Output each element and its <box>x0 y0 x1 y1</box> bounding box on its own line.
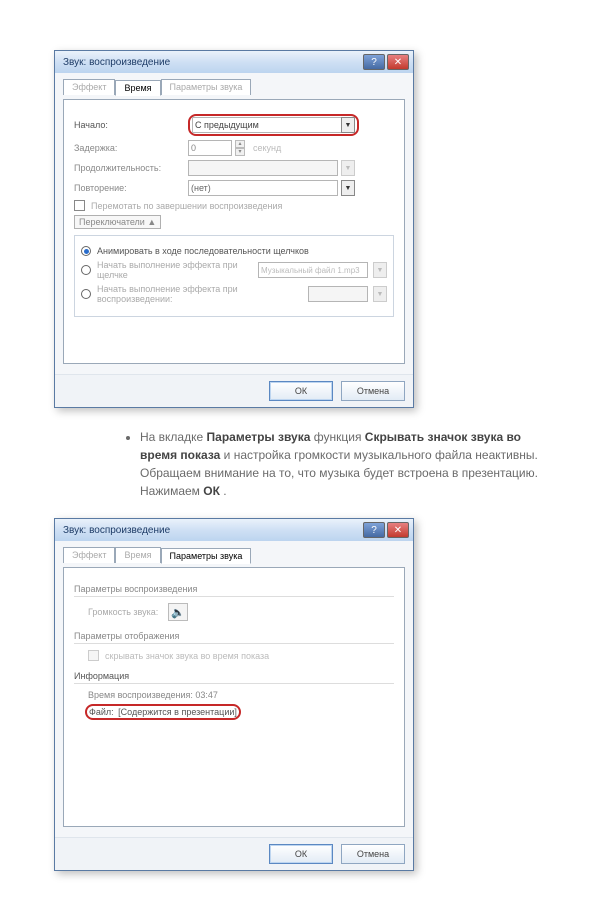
bold-ok: ОК <box>203 484 220 498</box>
tab-sound-params[interactable]: Параметры звука <box>161 79 252 95</box>
tab-row: Эффект Время Параметры звука <box>63 547 405 563</box>
dialog-sound-time: Звук: воспроизведение ? ✕ Эффект Время П… <box>54 50 414 408</box>
close-icon[interactable]: ✕ <box>387 54 409 70</box>
label-r3: Начать выполнение эффекта при воспроизве… <box>97 284 302 304</box>
bold-params: Параметры звука <box>207 430 311 444</box>
volume-button: 🔈 <box>168 603 188 621</box>
section-display-params: Параметры отображения <box>74 631 394 641</box>
label-r1: Анимировать в ходе последовательности ще… <box>97 246 309 256</box>
help-icon[interactable]: ? <box>363 54 385 70</box>
label-start: Начало: <box>74 120 184 130</box>
tab-sound-params[interactable]: Параметры звука <box>161 548 252 564</box>
explanation: На вкладке Параметры звука функция Скрыв… <box>50 428 545 500</box>
divider <box>74 683 394 684</box>
duration-field <box>188 160 338 176</box>
delay-spinner[interactable]: ▴▾ <box>235 140 245 156</box>
triggers-button[interactable]: Переключатели ▲ <box>74 215 161 229</box>
section-play-params: Параметры воспроизведения <box>74 584 394 594</box>
playtime: Время воспроизведения: 03:47 <box>74 690 394 700</box>
click-target-dropdown: Музыкальный файл 1.mp3 <box>258 262 368 278</box>
chevron-down-icon: ▼ <box>341 160 355 176</box>
ok-button[interactable]: ОК <box>269 844 333 864</box>
file-value: [Содержится в презентации] <box>118 707 237 717</box>
play-target-dropdown <box>308 286 368 302</box>
triggers-group: Анимировать в ходе последовательности ще… <box>74 235 394 317</box>
section-info: Информация <box>74 671 394 681</box>
divider <box>74 643 394 644</box>
label-hide-icon: скрывать значок звука во время показа <box>105 651 269 661</box>
label-delay: Задержка: <box>74 143 184 153</box>
cancel-button[interactable]: Отмена <box>341 381 405 401</box>
label-volume: Громкость звука: <box>88 607 158 617</box>
chevron-down-icon: ▼ <box>373 262 387 278</box>
label-seconds: секунд <box>253 143 281 153</box>
ok-button[interactable]: ОК <box>269 381 333 401</box>
hide-icon-checkbox <box>88 650 99 661</box>
dialog-title: Звук: воспроизведение <box>63 57 170 68</box>
tab-time[interactable]: Время <box>115 80 160 96</box>
radio-on-click[interactable] <box>81 265 91 275</box>
start-dropdown[interactable]: С предыдущим <box>192 117 342 133</box>
label-rewind: Перемотать по завершении воспроизведения <box>91 201 282 211</box>
dialog-title: Звук: воспроизведение <box>63 525 170 536</box>
chevron-down-icon[interactable]: ▼ <box>341 180 355 196</box>
rewind-checkbox[interactable] <box>74 200 85 211</box>
highlight-file: Файл: [Содержится в презентации] <box>85 704 241 720</box>
tab-row: Эффект Время Параметры звука <box>63 79 405 95</box>
tab-content-time: Начало: С предыдущим ▼ Задержка: 0 ▴▾ се… <box>63 99 405 364</box>
repeat-dropdown[interactable]: (нет) <box>188 180 338 196</box>
highlight-start: С предыдущим ▼ <box>188 114 359 136</box>
chevron-down-icon: ▼ <box>373 286 387 302</box>
radio-on-play[interactable] <box>81 289 91 299</box>
tab-time[interactable]: Время <box>115 547 160 563</box>
titlebar[interactable]: Звук: воспроизведение ? ✕ <box>55 51 413 73</box>
radio-animate-seq[interactable] <box>81 246 91 256</box>
tab-effect[interactable]: Эффект <box>63 79 115 95</box>
tab-effect[interactable]: Эффект <box>63 547 115 563</box>
label-repeat: Повторение: <box>74 183 184 193</box>
dialog-sound-params: Звук: воспроизведение ? ✕ Эффект Время П… <box>54 518 414 871</box>
delay-field[interactable]: 0 <box>188 140 232 156</box>
tab-content-params: Параметры воспроизведения Громкость звук… <box>63 567 405 827</box>
close-icon[interactable]: ✕ <box>387 522 409 538</box>
chevron-down-icon[interactable]: ▼ <box>341 117 355 133</box>
cancel-button[interactable]: Отмена <box>341 844 405 864</box>
titlebar[interactable]: Звук: воспроизведение ? ✕ <box>55 519 413 541</box>
label-file: Файл: <box>89 707 114 717</box>
label-duration: Продолжительность: <box>74 163 184 173</box>
help-icon[interactable]: ? <box>363 522 385 538</box>
label-r2: Начать выполнение эффекта при щелчке <box>97 260 252 280</box>
divider <box>74 596 394 597</box>
